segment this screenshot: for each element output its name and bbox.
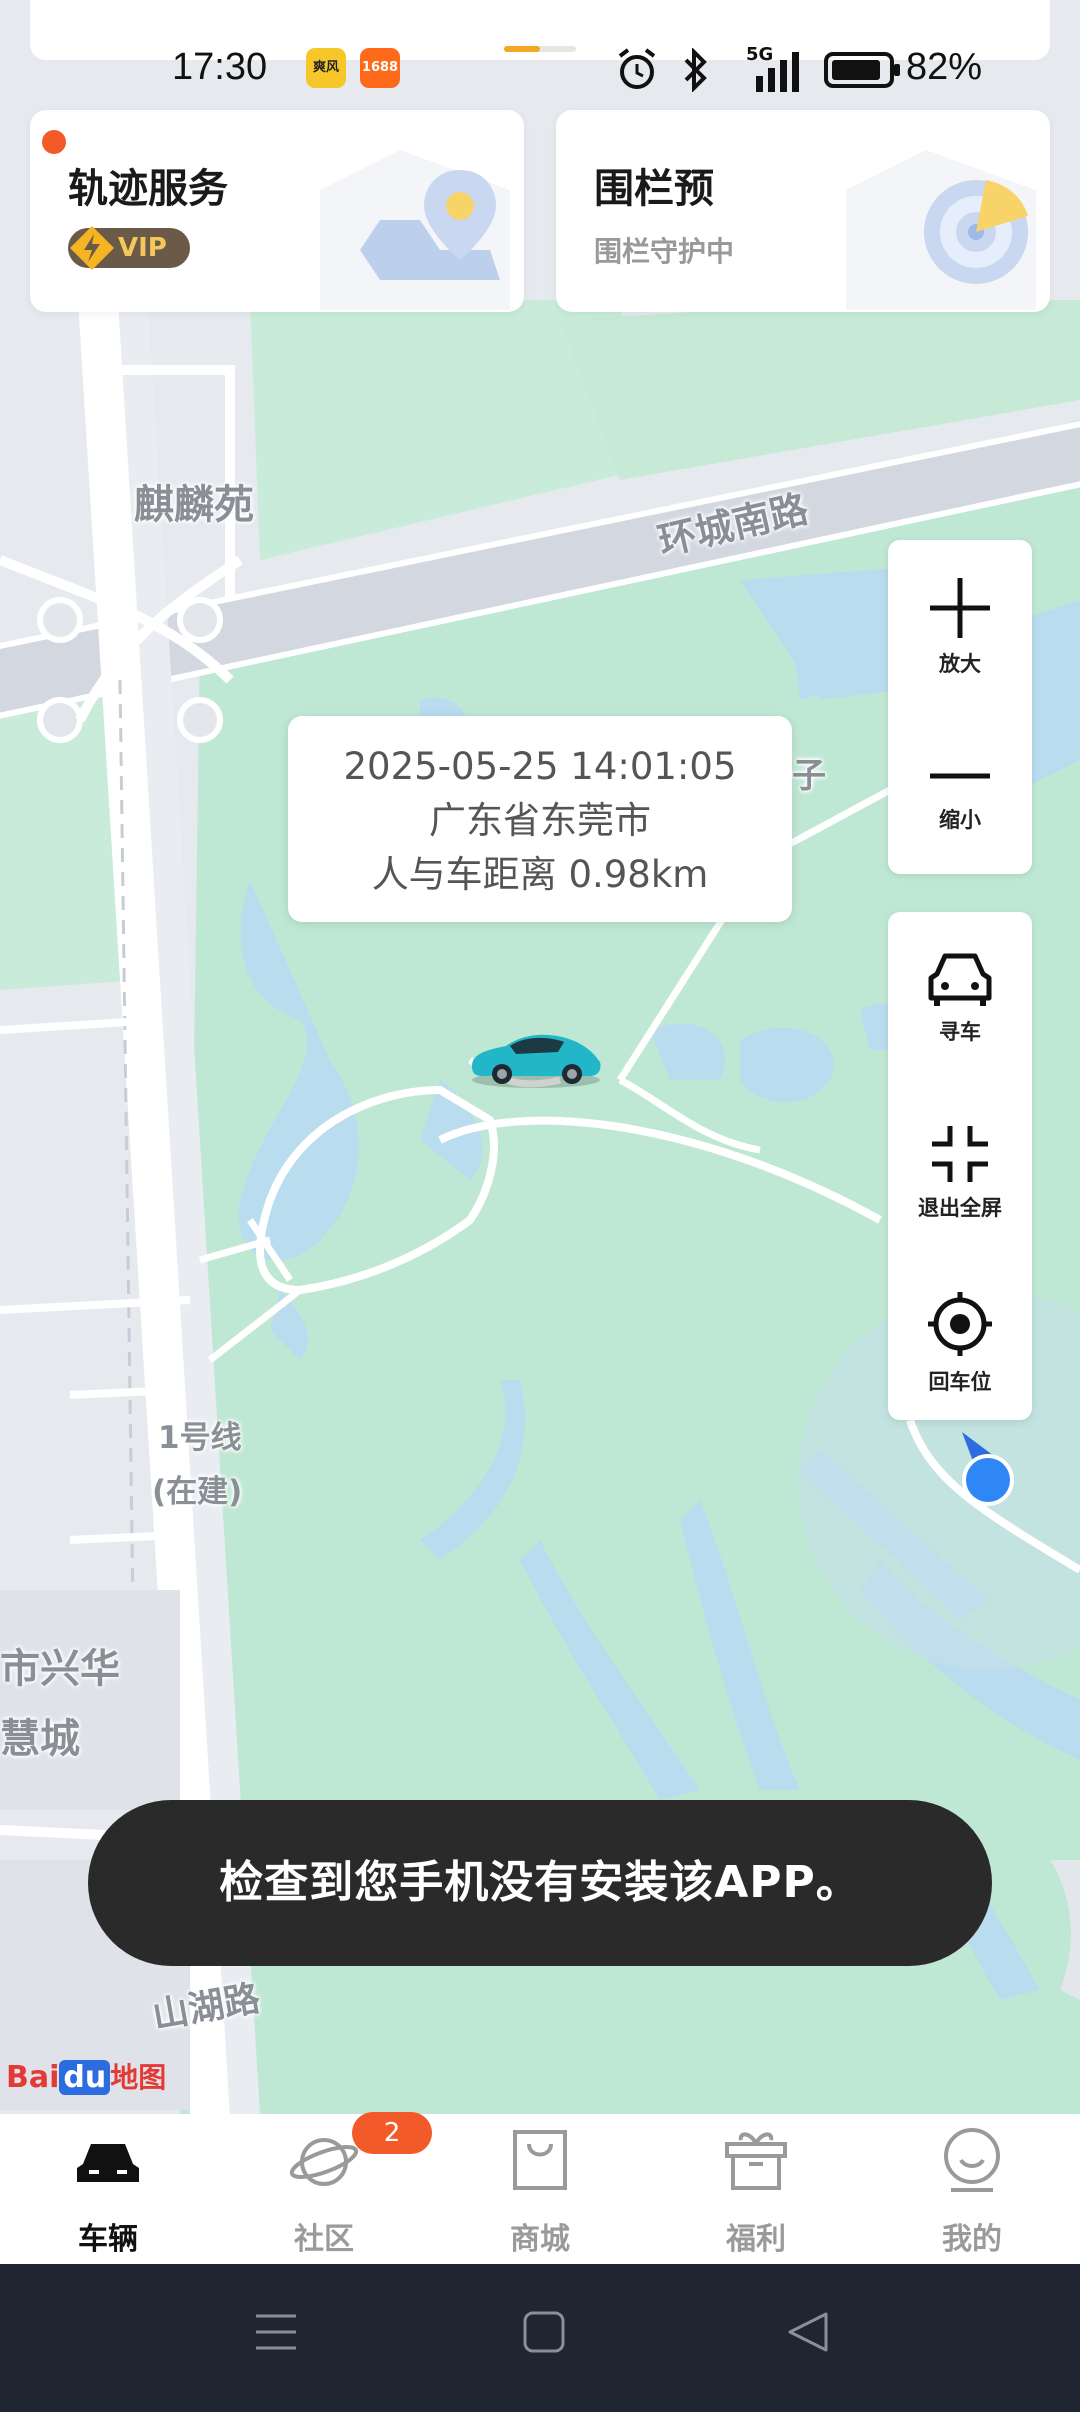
zoom-out-button[interactable]: 缩小	[888, 766, 1032, 834]
info-location: 广东省东莞市	[429, 799, 651, 842]
map-label-zi: 子	[792, 756, 826, 796]
find-car-label: 寻车	[939, 1020, 981, 1044]
toast-message: 检查到您手机没有安装该APP。	[88, 1800, 992, 1966]
tab-mall-label: 商城	[510, 2222, 570, 2257]
map-label-xinghua: 市兴华	[0, 1646, 120, 1692]
find-car-button[interactable]: 寻车	[888, 948, 1032, 1046]
car-info-bubble: 2025-05-25 14:01:05 广东省东莞市 人与车距离 0.98km	[288, 716, 792, 922]
car-outline-icon	[928, 953, 992, 1006]
clock: 17:30	[172, 46, 268, 88]
track-service-card[interactable]: 轨迹服务 VIP	[30, 110, 524, 312]
tab-profile-label: 我的	[942, 2222, 1002, 2257]
community-unread-badge: 2	[352, 2112, 432, 2154]
app-notification-icon: 爽风	[306, 48, 346, 88]
battery-percentage: 82%	[906, 46, 983, 88]
notch-indicator	[504, 46, 576, 52]
battery-icon	[824, 52, 900, 88]
locate-target-icon	[928, 1292, 992, 1356]
info-datetime: 2025-05-25 14:01:05	[343, 745, 737, 788]
map-label-huicheng: 慧城	[0, 1716, 80, 1762]
alarm-icon	[618, 48, 656, 89]
tab-benefits[interactable]: 福利	[648, 2114, 864, 2264]
collapse-icon	[932, 1126, 988, 1182]
notification-dot	[42, 130, 66, 154]
map-action-controls: 寻车 退出全屏 回车位	[888, 912, 1032, 1420]
exit-fullscreen-label: 退出全屏	[918, 1196, 1002, 1220]
app-notification-icon: 1688	[360, 48, 400, 88]
back-icon[interactable]	[786, 2310, 830, 2354]
map-pin-illustration-icon	[320, 150, 510, 310]
bluetooth-icon	[684, 48, 707, 92]
tab-profile[interactable]: 我的	[864, 2114, 1080, 2264]
location-arrow-icon	[962, 1432, 1014, 1506]
bottom-tab-bar: 车辆 社区 商城 福利 我的	[0, 2114, 1080, 2264]
map-label-line1-sub: (在建)	[152, 1474, 243, 1510]
signal-icon	[756, 52, 799, 92]
fence-title: 围栏预	[594, 166, 714, 212]
car-marker-icon	[472, 1034, 601, 1088]
vip-badge: VIP	[68, 226, 190, 270]
bag-icon	[513, 2130, 567, 2190]
fence-subtitle: 围栏守护中	[594, 235, 735, 268]
tab-vehicle[interactable]: 车辆	[0, 2114, 216, 2264]
back-to-car-button[interactable]: 回车位	[888, 1290, 1032, 1396]
menu-icon[interactable]	[254, 2310, 298, 2354]
zoom-in-label: 放大	[939, 652, 981, 676]
tab-vehicle-label: 车辆	[78, 2222, 138, 2257]
profile-icon	[944, 2128, 1000, 2192]
plus-icon	[930, 578, 990, 638]
map-label-qilinyuan: 麒麟苑	[134, 482, 254, 528]
baidu-map-logo: Bai du 地图	[6, 2060, 167, 2095]
minus-icon	[930, 773, 990, 779]
tab-benefits-label: 福利	[726, 2222, 786, 2257]
home-icon[interactable]	[522, 2310, 566, 2354]
zoom-in-button[interactable]: 放大	[888, 576, 1032, 678]
gift-icon	[725, 2132, 787, 2190]
zoom-out-label: 缩小	[939, 808, 981, 832]
fence-warning-card[interactable]: 围栏预 围栏守护中	[556, 110, 1050, 312]
planet-icon	[289, 2138, 359, 2186]
zoom-controls: 放大 缩小	[888, 540, 1032, 874]
back-to-car-label: 回车位	[928, 1370, 992, 1394]
car-marker[interactable]	[466, 1022, 606, 1096]
lightning-icon	[70, 226, 114, 270]
tab-community-label: 社区	[294, 2222, 354, 2257]
vip-label: VIP	[118, 233, 167, 263]
info-distance: 人与车距离 0.98km	[371, 853, 709, 896]
user-location-marker	[958, 1430, 1038, 1514]
status-bar: 17:30 爽风 1688 5G 82%	[0, 0, 1080, 100]
map-label-line1: 1号线	[158, 1420, 242, 1456]
car-icon	[77, 2144, 139, 2182]
system-navigation-bar	[0, 2264, 1080, 2412]
exit-fullscreen-button[interactable]: 退出全屏	[888, 1124, 1032, 1222]
track-service-title: 轨迹服务	[68, 166, 228, 212]
tab-mall[interactable]: 商城	[432, 2114, 648, 2264]
radar-illustration-icon	[846, 150, 1036, 310]
